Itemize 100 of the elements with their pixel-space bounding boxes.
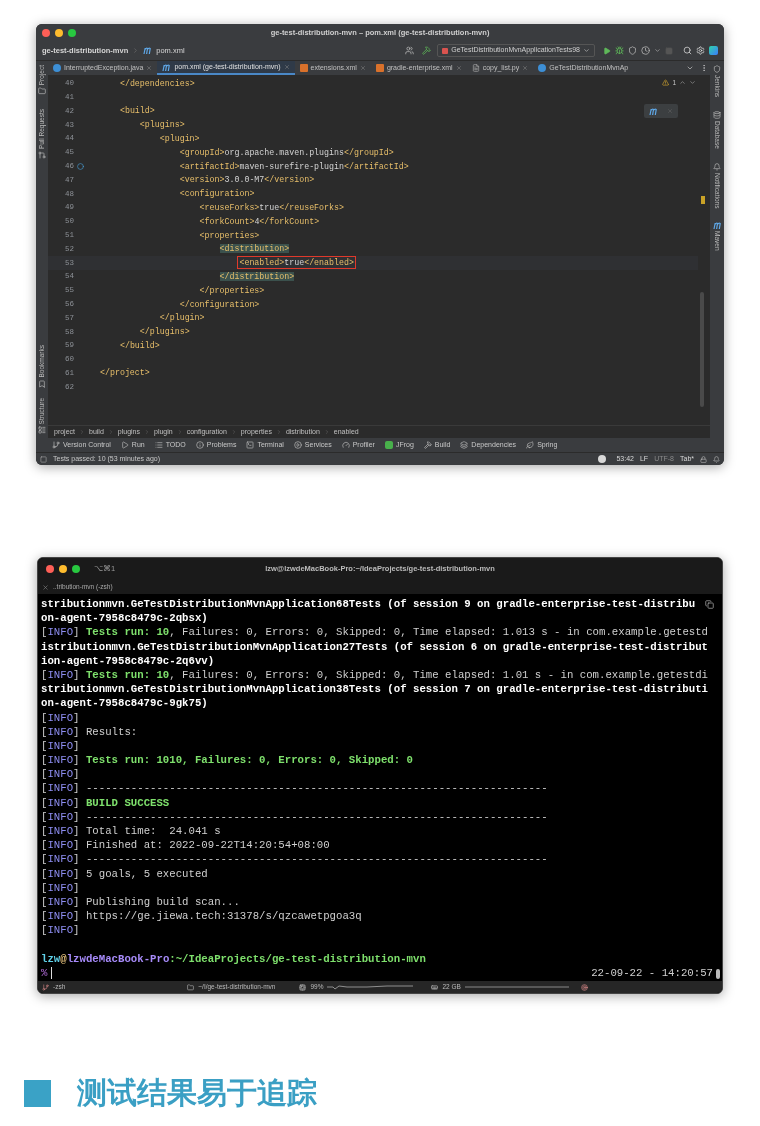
class-icon — [538, 64, 547, 72]
close-icon[interactable] — [359, 65, 366, 71]
separator-icon — [176, 429, 183, 435]
more-icon[interactable] — [700, 64, 708, 72]
folder-icon — [38, 87, 46, 96]
maven-reload-widget[interactable] — [644, 104, 678, 118]
terminal-line: on-agent-7958c8479c-2qbsx) — [41, 611, 208, 626]
lock-icon[interactable] — [700, 455, 707, 463]
caret-icon[interactable] — [654, 47, 661, 54]
terminal-icon — [246, 441, 255, 449]
code-line: </plugins> — [138, 328, 190, 337]
bell-icon — [713, 162, 721, 171]
code-line: <version>3.0.0-M7</version> — [178, 176, 315, 185]
code-line: </configuration> — [178, 300, 260, 309]
terminal-line: [INFO] Tests run: 10, Failures: 0, Errors: 0, Skipped: 0, Time elapsed: 1.01 s - in com.example.getestdi — [41, 667, 709, 683]
close-icon[interactable] — [522, 65, 529, 71]
terminal-line: [INFO] 5 goals, 5 executed — [41, 866, 208, 881]
bookmark-icon — [38, 379, 46, 388]
layers-icon — [460, 441, 469, 449]
maven-icon — [712, 222, 722, 230]
warning-icon[interactable] — [662, 79, 670, 87]
maven-icon — [143, 47, 153, 54]
previous-icon[interactable] — [679, 79, 686, 87]
code-line: </dependencies> — [118, 79, 195, 89]
run-icon — [120, 441, 129, 449]
leaf-icon — [526, 441, 535, 449]
hammer-icon[interactable] — [422, 46, 432, 55]
close-icon[interactable] — [146, 65, 153, 71]
logo-icon[interactable] — [709, 46, 718, 55]
heading-marker — [24, 1079, 51, 1107]
code-line: <groupId>org.apache.maven.plugins</groupId> — [178, 148, 394, 158]
terminal-line: [INFO] https://ge.jiewa.tech:31378/s/qzcawetpgoa3q — [41, 909, 362, 924]
terminal-line: stributionmvn.GeTestDistributionMvnApplication38Tests (of session 7 on gradle-enterprise-test-distributi — [41, 682, 708, 697]
separator-icon — [107, 429, 114, 435]
user-icon[interactable] — [405, 46, 415, 55]
copy-icon[interactable] — [705, 600, 714, 609]
terminal-line: [INFO] Tests run: 1010, Failures: 0, Errors: 0, Skipped: 0 — [41, 753, 413, 768]
terminal-line: [INFO] — [41, 738, 80, 754]
terminal-line: [INFO] Total time: 24.041 s — [41, 824, 221, 839]
code-line: <properties> — [198, 231, 260, 240]
scrollbar[interactable] — [716, 969, 720, 979]
search-icon[interactable] — [683, 46, 692, 55]
terminal-line: [INFO] — [41, 710, 80, 725]
frog-icon — [384, 441, 393, 449]
code-line: <reuseForks>true</reuseForks> — [198, 203, 344, 213]
close-icon[interactable] — [283, 64, 290, 70]
progress-indicator — [598, 455, 607, 463]
cursor — [51, 966, 53, 979]
tab-list-icon[interactable] — [686, 64, 694, 72]
separator-icon — [275, 429, 282, 435]
code-line: </properties> — [198, 286, 265, 295]
code-line: </plugin> — [158, 314, 205, 323]
close-icon[interactable] — [455, 65, 462, 71]
clock: 22-09-22 - 14:20:57 — [591, 965, 713, 981]
database-icon — [713, 111, 721, 120]
terminal-line: [INFO] ------------------------------------------------------------------------ — [41, 781, 548, 796]
terminal-line: [INFO] Results: — [41, 724, 138, 739]
code-line: <plugin> — [158, 134, 200, 144]
terminal-line: istributionmvn.GeTestDistributionMvnApplication27Tests (of session 6 on gradle-enterprise-test-distribut — [41, 639, 708, 654]
maven-reload-icon — [648, 107, 658, 115]
pull-request-icon — [38, 151, 46, 160]
cpu-icon — [299, 983, 307, 991]
structure-icon — [38, 426, 46, 434]
terminal-line: [INFO] BUILD SUCCESS — [41, 795, 170, 810]
separator-icon — [323, 429, 330, 435]
file-icon — [471, 64, 480, 72]
notification-icon[interactable] — [713, 455, 720, 463]
list-icon — [154, 441, 163, 449]
services-icon — [293, 441, 302, 449]
separator-icon — [132, 47, 140, 54]
branch-icon — [42, 983, 49, 991]
settings-icon[interactable] — [696, 46, 705, 55]
code-line: <configuration> — [178, 190, 255, 199]
gauge-icon — [341, 441, 350, 449]
panel-toggle-icon[interactable] — [40, 455, 47, 463]
terminal-line: [INFO] — [41, 880, 80, 895]
code-line: <plugins> — [138, 121, 185, 130]
test-config-icon — [442, 47, 449, 54]
code-line: </project> — [100, 369, 150, 378]
separator-icon — [144, 429, 150, 435]
code-line: <forkCount>4</forkCount> — [198, 217, 320, 226]
separator-icon — [79, 429, 85, 435]
xml-file-icon — [375, 64, 384, 72]
terminal-line: ion-agent-7958c8479c-2q6vv) — [41, 653, 215, 668]
terminal-line: stributionmvn.GeTestDistributionMvnApplication68Tests (of session 9 on gradle-enterprise-test-distribu — [41, 597, 696, 612]
run-icon[interactable] — [603, 46, 611, 55]
terminal-line: [INFO] Tests run: 10, Failures: 0, Errors: 0, Skipped: 0, Time elapsed: 1.013 s - in com.example.getestd — [41, 625, 709, 640]
info-icon — [195, 441, 204, 449]
target-icon — [580, 983, 588, 991]
close-icon[interactable] — [42, 583, 49, 591]
next-icon[interactable] — [689, 79, 696, 87]
branch-icon — [52, 441, 60, 449]
debug-icon[interactable] — [615, 46, 624, 55]
terminal-line: [INFO] Publishing build scan... — [41, 894, 240, 910]
terminal-line: on-agent-7958c8479c-9gk75) — [41, 696, 208, 711]
class-icon — [53, 64, 61, 72]
code-line: <artifactId>maven-surefire-plugin</artifactId> — [178, 162, 409, 171]
memory-icon — [431, 983, 439, 991]
terminal-line: [INFO] ------------------------------------------------------------------------ — [41, 852, 548, 867]
terminal-line: [INFO] — [41, 767, 80, 782]
